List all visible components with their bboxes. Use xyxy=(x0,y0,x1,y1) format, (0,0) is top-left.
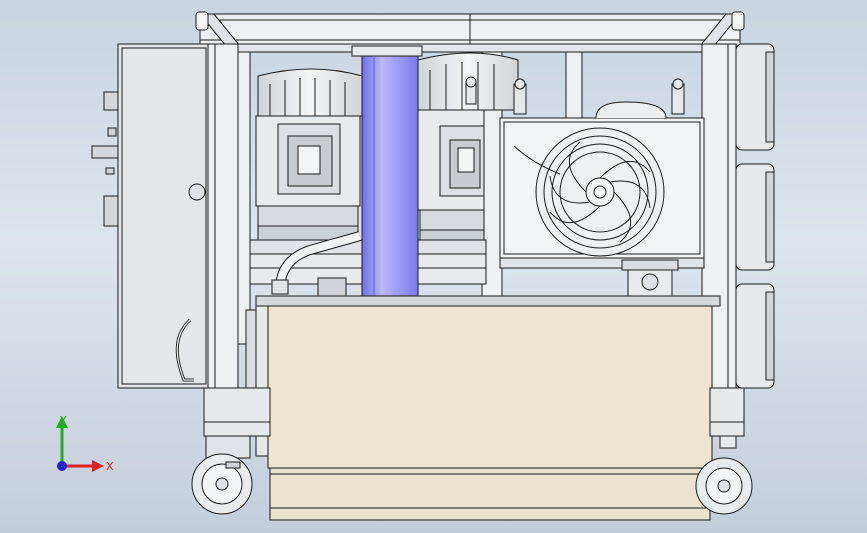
cad-viewport[interactable] xyxy=(0,0,867,533)
electric-motor-left xyxy=(255,68,363,249)
x-axis-label: X xyxy=(106,460,114,473)
oil-reservoir xyxy=(245,295,721,521)
hydraulic-power-unit-model[interactable] xyxy=(91,11,775,521)
z-axis-dot xyxy=(57,461,67,471)
electrical-cabinet xyxy=(91,43,211,389)
filler-breather xyxy=(621,259,679,297)
caster-wheel-right xyxy=(695,457,753,515)
y-axis-label: Y xyxy=(59,414,67,427)
caster-wheel-left xyxy=(191,435,253,515)
filter-housings xyxy=(735,43,775,389)
suction-pipe xyxy=(351,45,423,301)
x-axis-head xyxy=(92,460,104,472)
axis-triad: Y X xyxy=(56,414,114,473)
lifting-frame xyxy=(195,11,745,47)
